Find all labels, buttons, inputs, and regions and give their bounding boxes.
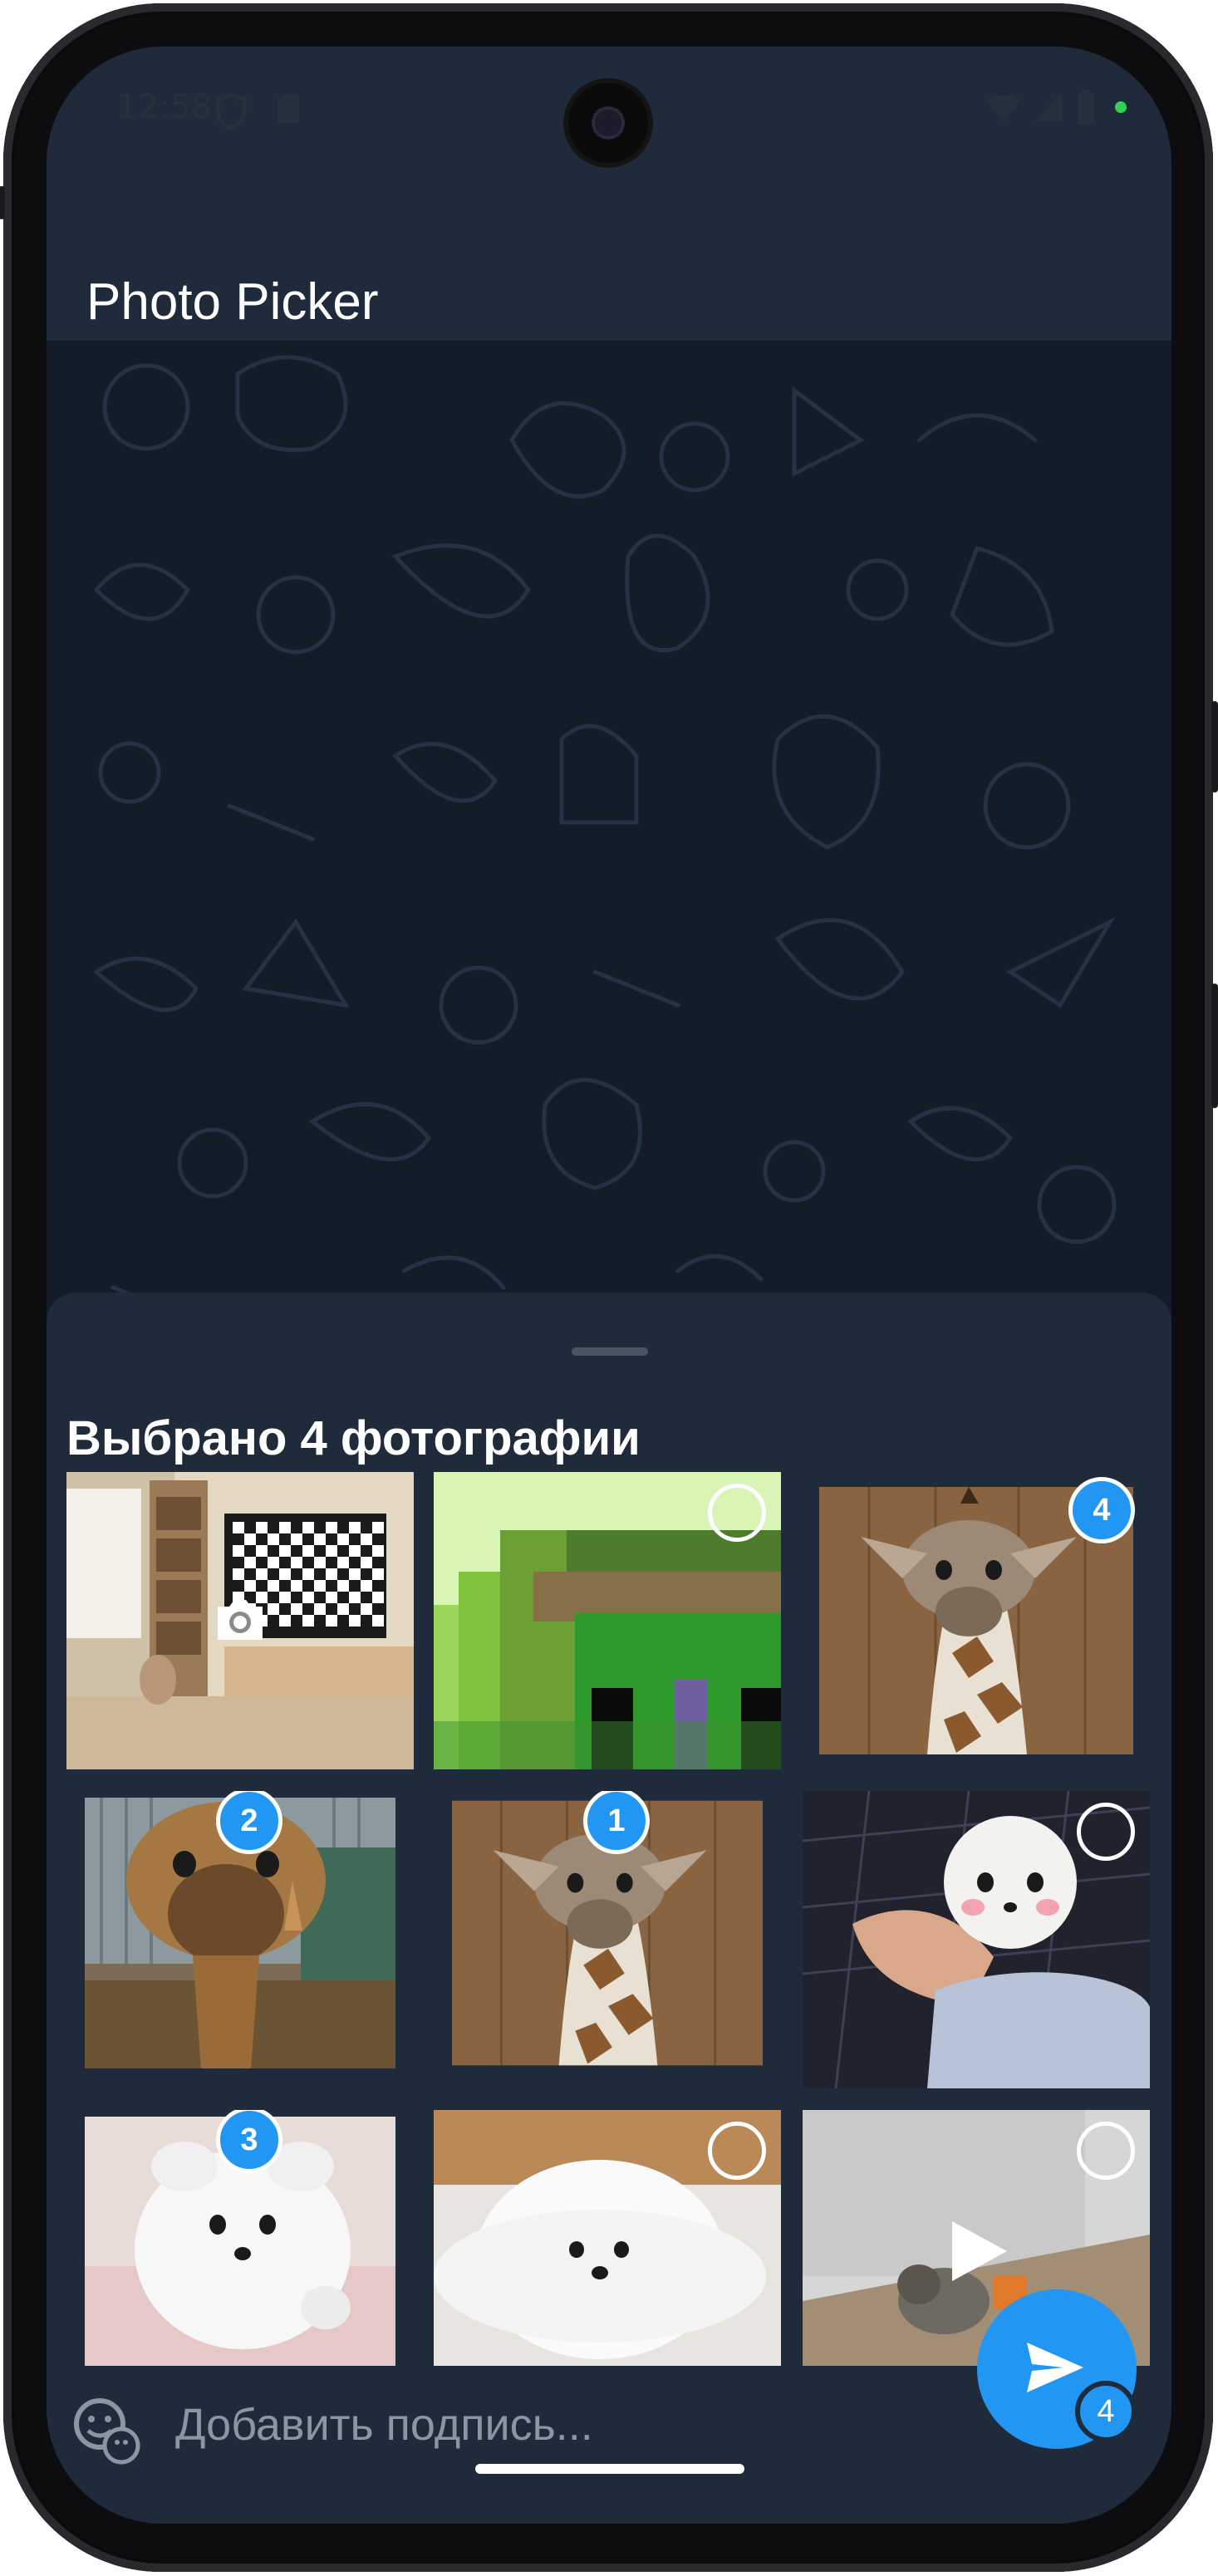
chat-background xyxy=(47,341,1171,1337)
status-bar: 12:58 xyxy=(47,47,1171,171)
status-time: 12:58 xyxy=(116,88,213,126)
phone-side-button xyxy=(1211,984,1218,1108)
home-indicator[interactable] xyxy=(475,2464,744,2474)
giraffe-tile-c[interactable]: 1 xyxy=(434,1791,781,2088)
puppy-tile-c[interactable] xyxy=(434,2110,781,2366)
send-count-badge: 4 xyxy=(1075,2381,1137,2442)
pixel-image-tile[interactable] xyxy=(434,1472,781,1769)
giraffe-tile-b[interactable]: 2 xyxy=(66,1791,414,2088)
shield-icon xyxy=(215,93,247,130)
select-circle[interactable] xyxy=(708,1484,766,1542)
app-bar: Photo Picker xyxy=(47,171,1171,341)
phone-screen: 12:58 Photo Picker Выбрано 4 фотографии … xyxy=(47,47,1171,2524)
phone-side-button xyxy=(0,186,5,219)
selection-title: Выбрано 4 фотографии xyxy=(66,1411,641,1465)
selection-badge[interactable]: 4 xyxy=(1068,1477,1135,1543)
camera-tile[interactable] xyxy=(66,1472,414,1769)
sim-card-icon xyxy=(277,95,299,123)
puppy-tile-b[interactable]: 3 xyxy=(66,2110,414,2366)
drag-handle[interactable] xyxy=(572,1347,648,1356)
front-camera xyxy=(568,83,648,163)
select-circle[interactable] xyxy=(1077,2122,1135,2180)
camera-icon xyxy=(213,1597,268,1643)
caption-input[interactable]: Добавить подпись... xyxy=(175,2399,593,2451)
emoji-icon[interactable] xyxy=(71,2396,141,2466)
phone-side-button xyxy=(1211,701,1218,792)
privacy-indicator xyxy=(1115,101,1127,113)
signal-icon xyxy=(1035,93,1062,121)
battery-icon xyxy=(1078,90,1094,125)
giraffe-tile-a[interactable]: 4 xyxy=(803,1472,1150,1769)
page-title: Photo Picker xyxy=(86,273,379,331)
select-circle[interactable] xyxy=(1077,1803,1135,1861)
select-circle[interactable] xyxy=(708,2122,766,2180)
wifi-icon xyxy=(987,95,1020,121)
puppy-tile-a[interactable] xyxy=(803,1791,1150,2088)
doodle-pattern xyxy=(92,355,1117,1323)
play-icon[interactable] xyxy=(949,2218,1010,2284)
send-icon xyxy=(1027,2343,1083,2392)
